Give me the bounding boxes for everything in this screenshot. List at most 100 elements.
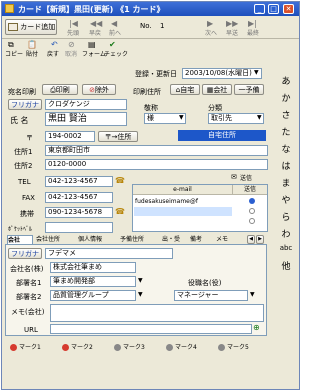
email-send-radio[interactable] [249,198,255,204]
first-arrow-icon[interactable]: |◀ [69,19,78,28]
tab-scroll-left[interactable]: ◀ [247,235,255,244]
mobile-input[interactable]: 090-1234-5678 [45,207,113,218]
tab-scroll-right[interactable]: ▶ [256,235,264,244]
maximize-button[interactable]: □ [268,4,279,14]
dept1-chevron-icon[interactable]: ▼ [138,277,143,284]
next-page-arrow-icon[interactable]: ▶▶ [226,19,238,28]
dept1-input[interactable]: 筆まめ開発部 [50,276,136,287]
app-icon [5,4,14,13]
prev-arrow-icon[interactable]: ◀ [111,19,117,28]
category-select[interactable]: 取引先 [208,113,264,124]
kana-index-a[interactable]: あ [278,74,294,87]
next-arrow-icon[interactable]: ▶ [207,19,213,28]
mark-4[interactable]: マーク4 [166,342,197,351]
close-button[interactable]: ✕ [283,4,294,14]
print-button[interactable]: ⎙印刷 [42,84,78,95]
address2-value: 0120-0000 [48,160,87,168]
company-furigana-button[interactable]: フリガナ [8,248,42,259]
mark-3[interactable]: マーク3 [114,342,145,351]
kana-index-wa[interactable]: わ [278,227,294,240]
mark-2-dot-icon [62,344,69,351]
address2-label: 住所2 [14,162,33,170]
furigana-input[interactable]: クロダケンジ [45,99,127,110]
position-input[interactable]: マネージャー [174,290,248,301]
mark-1[interactable]: マーク1 [10,342,41,351]
tel-input[interactable]: 042-123-4567 [45,176,113,187]
cancel-icon[interactable]: ⊘ [68,40,75,49]
email-send-header: 送信 [233,185,267,195]
kana-index-ta[interactable]: た [278,125,294,138]
category-chevron-icon[interactable]: ▼ [257,114,262,121]
company-address-button[interactable]: ▦会社 [202,84,232,95]
kana-index-ma[interactable]: ま [278,176,294,189]
email-row-empty[interactable] [134,207,232,216]
print-label: 宛名印刷 [8,88,36,96]
card-no-label: No. [140,22,152,30]
email-send-radio-empty-2[interactable] [249,218,255,224]
reg-date-field[interactable]: 2003/10/08(水曜日) [182,68,262,79]
fax-label: FAX [22,194,35,202]
dept2-input[interactable]: 品質管理グループ [50,290,136,301]
company-memo-input[interactable] [50,304,264,322]
postal-to-address-button[interactable]: 〒→住所 [98,131,138,142]
company-name-value: 株式会社筆まめ [53,263,102,271]
postal-input[interactable]: 194-0002 [45,131,95,142]
tab-company-address-label: 会社住所 [36,236,61,243]
company-furigana-value: フデマメ [48,249,76,257]
kana-index-abc[interactable]: abc [278,244,294,252]
exclude-button[interactable]: ⊘除外 [82,84,116,95]
pager-input[interactable] [45,222,113,233]
mark-2[interactable]: マーク2 [62,342,93,351]
name-input[interactable]: 黒田 賢治 [45,112,127,126]
print-address-label: 印刷住所 [133,88,161,96]
address-type-banner: 自宅住所 [178,130,266,141]
postal-value: 194-0002 [48,132,82,140]
globe-icon[interactable]: ⊕ [253,323,260,332]
kana-index-other[interactable]: 他 [278,259,294,272]
address1-input[interactable]: 東京都町田市 [45,145,268,156]
url-input[interactable] [50,324,252,334]
next-page-label: 早送 [226,30,239,37]
mail-icon[interactable]: ✉ [231,173,237,181]
dept2-chevron-icon[interactable]: ▼ [138,291,143,298]
honorific-chevron-icon[interactable]: ▼ [179,114,184,121]
kana-index-na[interactable]: な [278,142,294,155]
paste-icon[interactable]: 📋 [27,40,37,49]
email-address-row[interactable]: fudesakuseimame@f [135,197,233,206]
add-card-button[interactable]: カード追加 [5,19,57,35]
spare-address-button[interactable]: 一予備 [234,84,264,95]
prev-page-arrow-icon[interactable]: ◀◀ [90,19,102,28]
furigana-button[interactable]: フリガナ [8,99,42,110]
tab-personal-info-label: 個人情報 [78,236,103,243]
minimize-button[interactable]: _ [254,4,265,14]
address1-label: 住所1 [14,148,33,156]
dept1-value: 筆まめ開発部 [53,277,95,285]
email-send-radio-empty[interactable] [249,208,255,214]
kana-index-sa[interactable]: さ [278,108,294,121]
add-card-label: カード追加 [20,23,56,31]
position-chevron-icon[interactable]: ▼ [250,291,255,298]
kana-index-ra[interactable]: ら [278,210,294,223]
name-value: 黒田 賢治 [48,114,87,124]
mobile-phone-icon[interactable]: ☎ [115,207,125,216]
company-furigana-input[interactable]: フデマメ [45,248,173,259]
undo-icon[interactable]: ↶ [51,40,58,49]
card-icon [8,23,18,31]
company-name-label: 会社名(株) [10,265,44,273]
mark-5[interactable]: マーク5 [218,342,249,351]
address2-input[interactable]: 0120-0000 [45,159,268,170]
last-arrow-icon[interactable]: ▶| [248,19,257,28]
prev-label: 前へ [109,30,122,37]
kana-index-ha[interactable]: は [278,159,294,172]
kana-index-ya[interactable]: や [278,193,294,206]
email-row-empty-2[interactable] [134,217,232,226]
kana-index-ka[interactable]: か [278,91,294,104]
check-icon[interactable]: ✔ [109,40,116,49]
company-name-input[interactable]: 株式会社筆まめ [50,262,136,273]
postal-label: 〒 [26,134,33,142]
form-icon[interactable]: ▤ [88,40,96,49]
phone-icon[interactable]: ☎ [115,176,125,185]
home-address-button[interactable]: ⌂自宅 [170,84,200,95]
chevron-down-icon[interactable]: ▼ [254,69,259,76]
fax-input[interactable]: 042-123-4567 [45,192,113,203]
